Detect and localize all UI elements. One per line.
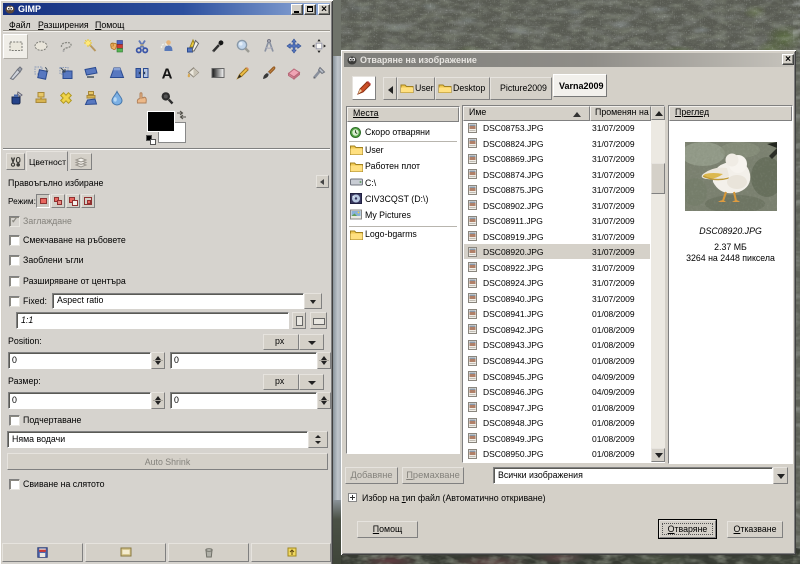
svg-text:A: A <box>162 66 173 82</box>
